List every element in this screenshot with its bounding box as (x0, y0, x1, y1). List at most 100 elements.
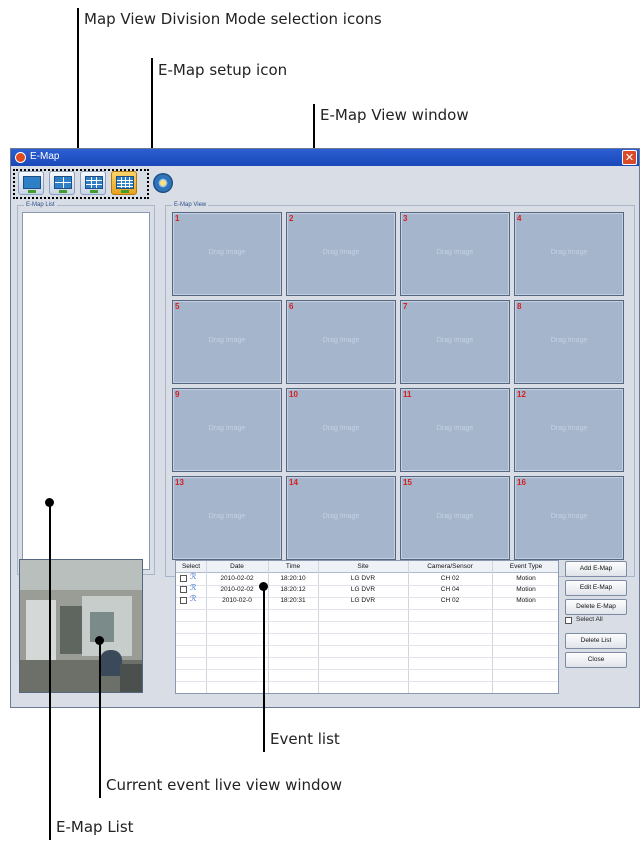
callout-setup: E-Map setup icon (158, 61, 288, 79)
running-person-icon: ℛ (190, 583, 197, 592)
drag-image-placeholder: Drag Image (436, 249, 474, 256)
cell-number: 3 (403, 214, 408, 223)
emap-cell[interactable]: 9 Drag Image (172, 388, 282, 472)
event-list-table: Select Date Time Site Camera/Sensor Even… (175, 560, 559, 694)
cell-number: 15 (403, 478, 412, 487)
drag-image-placeholder: Drag Image (322, 425, 360, 432)
cell-date: 2010-02-02 (220, 575, 254, 582)
callout-line-live-view (99, 640, 101, 798)
cell-site: LG DVR (350, 575, 376, 582)
emap-cell[interactable]: 14 Drag Image (286, 476, 396, 560)
cell-number: 12 (517, 390, 526, 399)
callout-dot-live-view (95, 636, 104, 645)
cell-number: 6 (289, 302, 294, 311)
col-site[interactable]: Site (318, 563, 408, 570)
drag-image-placeholder: Drag Image (322, 249, 360, 256)
cell-number: 16 (517, 478, 526, 487)
callout-event-list: Event list (270, 730, 340, 748)
close-button[interactable]: Close (565, 652, 627, 668)
title-bar: E-Map ✕ (11, 149, 639, 166)
row-checkbox[interactable] (180, 575, 187, 582)
app-icon (15, 152, 26, 163)
col-date[interactable]: Date (206, 563, 268, 570)
drag-image-placeholder: Drag Image (208, 337, 246, 344)
col-time[interactable]: Time (268, 563, 318, 570)
cell-camera: CH 02 (440, 575, 460, 582)
cell-camera: CH 02 (440, 597, 460, 604)
drag-image-placeholder: Drag Image (208, 425, 246, 432)
cell-number: 8 (517, 302, 522, 311)
edit-emap-button[interactable]: Edit E-Map (565, 580, 627, 596)
drag-image-placeholder: Drag Image (436, 513, 474, 520)
cell-type: Motion (516, 586, 536, 593)
cell-site: LG DVR (350, 586, 376, 593)
callout-line-emap-list (49, 502, 51, 840)
emap-cell[interactable]: 12 Drag Image (514, 388, 624, 472)
cell-type: Motion (516, 575, 536, 582)
emap-view-frame: E-Map View 1 Drag Image 2 Drag Image 3 Drag I… (165, 202, 635, 577)
emap-cell[interactable]: 4 Drag Image (514, 212, 624, 296)
callout-emap-view: E-Map View window (320, 106, 469, 124)
callout-live-view: Current event live view window (106, 776, 343, 794)
add-emap-button[interactable]: Add E-Map (565, 561, 627, 577)
drag-image-placeholder: Drag Image (436, 425, 474, 432)
callout-line-event-list (263, 586, 265, 752)
cell-camera: CH 04 (440, 586, 460, 593)
cell-date: 2010-02-0 (222, 597, 252, 604)
cell-number: 13 (175, 478, 184, 487)
cell-type: Motion (516, 597, 536, 604)
emap-cell[interactable]: 2 Drag Image (286, 212, 396, 296)
delete-list-button[interactable]: Delete List (565, 633, 627, 649)
emap-cell[interactable]: 6 Drag Image (286, 300, 396, 384)
cell-number: 11 (403, 390, 412, 399)
emap-cell[interactable]: 8 Drag Image (514, 300, 624, 384)
emap-cell[interactable]: 15 Drag Image (400, 476, 510, 560)
emap-setup-icon[interactable] (153, 173, 173, 193)
cell-number: 9 (175, 390, 180, 399)
cell-number: 1 (175, 214, 180, 223)
select-all-label: Select All (576, 616, 603, 623)
emap-cell[interactable]: 10 Drag Image (286, 388, 396, 472)
drag-image-placeholder: Drag Image (322, 513, 360, 520)
close-window-button[interactable]: ✕ (622, 150, 637, 165)
col-event-type[interactable]: Event Type (492, 563, 560, 570)
window-title: E-Map (30, 151, 60, 162)
callout-dot-emap-list (45, 498, 54, 507)
col-camera-sensor[interactable]: Camera/Sensor (408, 563, 492, 570)
cell-number: 4 (517, 214, 522, 223)
emap-cell[interactable]: 16 Drag Image (514, 476, 624, 560)
select-all-checkbox[interactable] (565, 617, 572, 624)
cell-time: 18:20:31 (280, 597, 306, 604)
drag-image-placeholder: Drag Image (550, 425, 588, 432)
drag-image-placeholder: Drag Image (550, 513, 588, 520)
cell-number: 14 (289, 478, 298, 487)
callout-dot-event-list (259, 582, 268, 591)
cell-number: 10 (289, 390, 298, 399)
drag-image-placeholder: Drag Image (208, 513, 246, 520)
running-person-icon: ℛ (190, 572, 197, 581)
drag-image-placeholder: Drag Image (550, 249, 588, 256)
division-mode-highlight (13, 169, 149, 199)
drag-image-placeholder: Drag Image (436, 337, 474, 344)
col-select[interactable]: Select (176, 563, 206, 570)
emap-cell[interactable]: 3 Drag Image (400, 212, 510, 296)
running-person-icon: ℛ (190, 594, 197, 603)
drag-image-placeholder: Drag Image (550, 337, 588, 344)
drag-image-placeholder: Drag Image (208, 249, 246, 256)
cell-number: 2 (289, 214, 294, 223)
cell-number: 7 (403, 302, 408, 311)
cell-time: 18:20:10 (280, 575, 306, 582)
row-checkbox[interactable] (180, 597, 187, 604)
emap-cell[interactable]: 11 Drag Image (400, 388, 510, 472)
toolbar (13, 169, 633, 199)
emap-list[interactable] (22, 212, 150, 570)
emap-cell[interactable]: 5 Drag Image (172, 300, 282, 384)
live-view-window (19, 559, 143, 693)
delete-emap-button[interactable]: Delete E-Map (565, 599, 627, 615)
emap-cell[interactable]: 7 Drag Image (400, 300, 510, 384)
emap-cell[interactable]: 1 Drag Image (172, 212, 282, 296)
drag-image-placeholder: Drag Image (322, 337, 360, 344)
row-checkbox[interactable] (180, 586, 187, 593)
cell-time: 18:20:12 (280, 586, 306, 593)
emap-cell[interactable]: 13 Drag Image (172, 476, 282, 560)
